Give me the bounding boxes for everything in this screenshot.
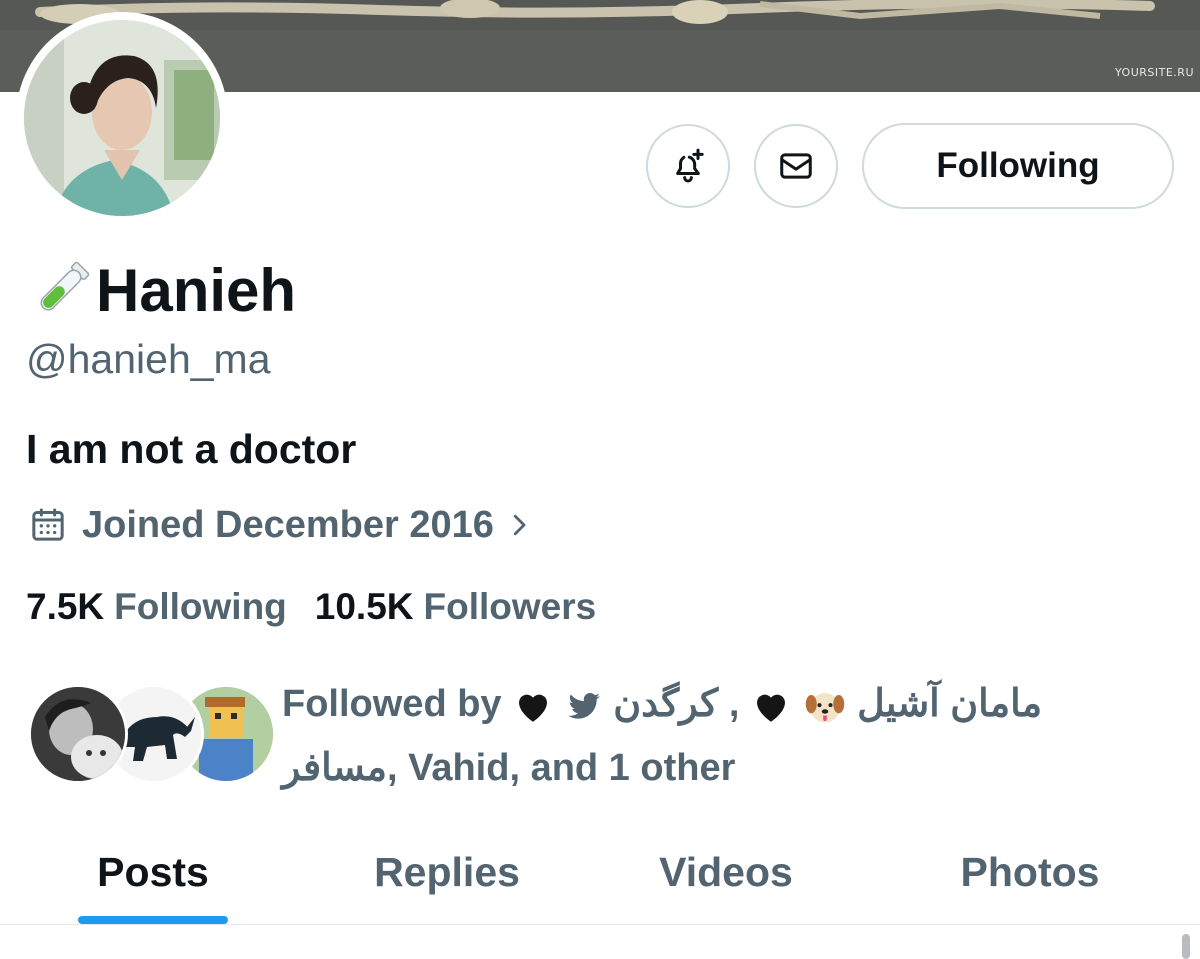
message-button[interactable]	[754, 124, 838, 208]
notifications-button[interactable]	[646, 124, 730, 208]
following-button[interactable]: Following	[862, 123, 1174, 209]
follower-name-2: کرگدن	[613, 683, 719, 725]
profile-name: Hanieh	[96, 256, 297, 324]
followers-count: 10.5K	[314, 586, 414, 627]
followers-count-link[interactable]: 10.5K Followers	[315, 586, 596, 628]
black-heart-icon	[756, 694, 785, 722]
profile-handle: @hanieh_ma	[26, 336, 271, 382]
test-tube-icon	[40, 261, 90, 311]
chevron-right-icon	[513, 514, 526, 536]
followed-by-suffix: , Vahid, and 1 other	[386, 747, 736, 789]
bird-icon	[567, 692, 600, 719]
follower-name-3: مسافر	[282, 747, 387, 789]
profile-bio: I am not a doctor	[26, 426, 357, 472]
profile-tabs: Posts Replies Videos Photos	[0, 820, 1200, 924]
tab-photos[interactable]: Photos	[920, 820, 1140, 924]
followers-label: Followers	[423, 586, 597, 627]
tab-replies[interactable]: Replies	[330, 820, 564, 924]
avatar-image	[24, 20, 220, 216]
followed-by-avatars[interactable]	[28, 684, 276, 784]
joined-date-text: Joined December 2016	[82, 503, 494, 546]
banner-watermark: YOURSITE.RU	[1114, 66, 1194, 79]
calendar-icon	[32, 508, 64, 541]
follow-counts: 7.5K Following 10.5K Followers	[26, 586, 596, 628]
scrollbar[interactable]	[1182, 934, 1190, 959]
following-count-link[interactable]: 7.5K Following	[26, 586, 287, 628]
envelope-icon	[780, 153, 812, 179]
dog-face-icon	[805, 693, 844, 723]
profile-avatar[interactable]	[16, 12, 228, 224]
followed-by-text[interactable]: Followed by کرگدن , مامان آشیل مسافر, Va…	[282, 672, 1182, 800]
followed-by-line-1: Followed by کرگدن , مامان آشیل	[282, 672, 1182, 736]
black-heart-icon	[519, 694, 548, 722]
follower-name-1: مامان آشیل	[857, 683, 1043, 725]
following-count: 7.5K	[26, 586, 105, 627]
following-label: Following	[114, 586, 287, 627]
profile-name-row: Hanieh	[28, 250, 296, 330]
followed-by-line-2: مسافر, Vahid, and 1 other	[282, 736, 1182, 800]
tabs-divider	[0, 924, 1200, 925]
tab-posts[interactable]: Posts	[40, 820, 266, 924]
tab-videos[interactable]: Videos	[616, 820, 836, 924]
joined-date-link[interactable]: Joined December 2016	[28, 500, 534, 550]
followed-by-prefix: Followed by	[282, 683, 502, 725]
active-tab-indicator	[78, 916, 228, 924]
bell-plus-icon	[676, 148, 704, 183]
followed-by-separator: ,	[718, 683, 740, 725]
follower-avatar-1	[28, 684, 128, 784]
